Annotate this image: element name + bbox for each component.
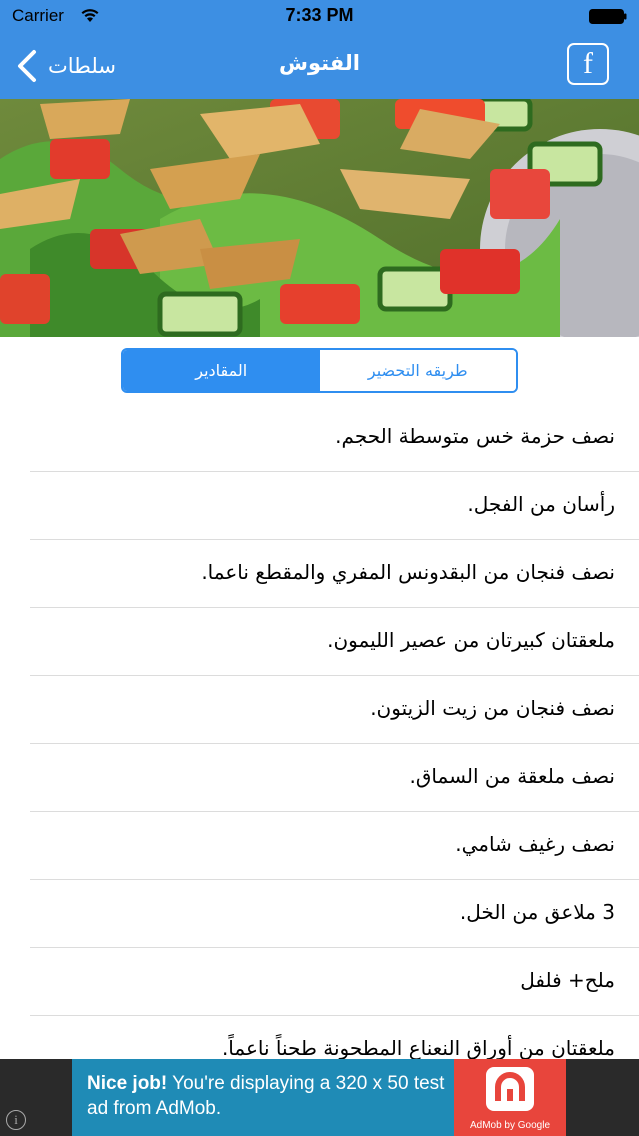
info-icon[interactable]: i (6, 1110, 26, 1130)
admob-logo: AdMob by Google (454, 1059, 566, 1136)
tab-preparation[interactable]: طريقه التحضير (319, 350, 516, 391)
facebook-icon: f (583, 47, 593, 80)
tab-ingredients[interactable]: المقادير (123, 350, 320, 391)
status-time: 7:33 PM (285, 5, 354, 25)
back-button[interactable]: سلطات (16, 45, 116, 87)
back-button-label: سلطات (48, 54, 116, 78)
ingredient-text: ملعقتان كبيرتان من عصير الليمون. (327, 628, 615, 652)
ad-banner[interactable]: Nice job! You're displaying a 320 x 50 t… (72, 1059, 566, 1136)
list-item[interactable]: ملح+ فلفل (0, 948, 639, 1016)
ingredient-text: رأسان من الفجل. (467, 492, 615, 516)
ingredient-text: نصف ملعقة من السماق. (409, 764, 615, 788)
ad-headline: Nice job! (87, 1073, 168, 1094)
list-item[interactable]: ملعقتان كبيرتان من عصير الليمون. (0, 608, 639, 676)
salad-illustration (0, 99, 639, 337)
list-item[interactable]: 3 ملاعق من الخل. (0, 880, 639, 948)
battery-icon (589, 9, 627, 24)
admob-icon (486, 1067, 534, 1111)
ingredient-text: ملح+ فلفل (520, 968, 615, 992)
ad-logo-label: AdMob by Google (469, 1120, 551, 1131)
recipe-photo (0, 99, 639, 337)
ad-bar: i Nice job! You're displaying a 320 x 50… (0, 1059, 639, 1136)
navigation-bar: سلطات الفتوش f (0, 33, 639, 99)
chevron-left-icon (18, 50, 36, 82)
ingredient-text: نصف حزمة خس متوسطة الحجم. (335, 424, 615, 448)
segmented-control: المقادير طريقه التحضير (121, 348, 518, 393)
list-item[interactable]: رأسان من الفجل. (0, 472, 639, 540)
status-bar: Carrier 7:33 PM (0, 0, 639, 33)
list-item[interactable]: نصف ملعقة من السماق. (0, 744, 639, 812)
facebook-share-button[interactable]: f (567, 43, 609, 85)
ingredient-text: نصف رغيف شامي. (455, 832, 615, 856)
ingredient-text: 3 ملاعق من الخل. (459, 900, 615, 924)
ingredients-list: نصف حزمة خس متوسطة الحجم. رأسان من الفجل… (0, 404, 639, 1084)
list-item[interactable]: نصف فنجان من زيت الزيتون. (0, 676, 639, 744)
list-item[interactable]: نصف حزمة خس متوسطة الحجم. (0, 404, 639, 472)
ingredient-text: نصف فنجان من البقدونس المفري والمقطع ناع… (201, 560, 615, 584)
ingredient-text: ملعقتان من أوراق النعناع المطحونة طحناً … (221, 1036, 615, 1060)
list-item[interactable]: نصف رغيف شامي. (0, 812, 639, 880)
list-item[interactable]: نصف فنجان من البقدونس المفري والمقطع ناع… (0, 540, 639, 608)
ingredient-text: نصف فنجان من زيت الزيتون. (370, 696, 615, 720)
ad-text: Nice job! You're displaying a 320 x 50 t… (87, 1071, 457, 1121)
